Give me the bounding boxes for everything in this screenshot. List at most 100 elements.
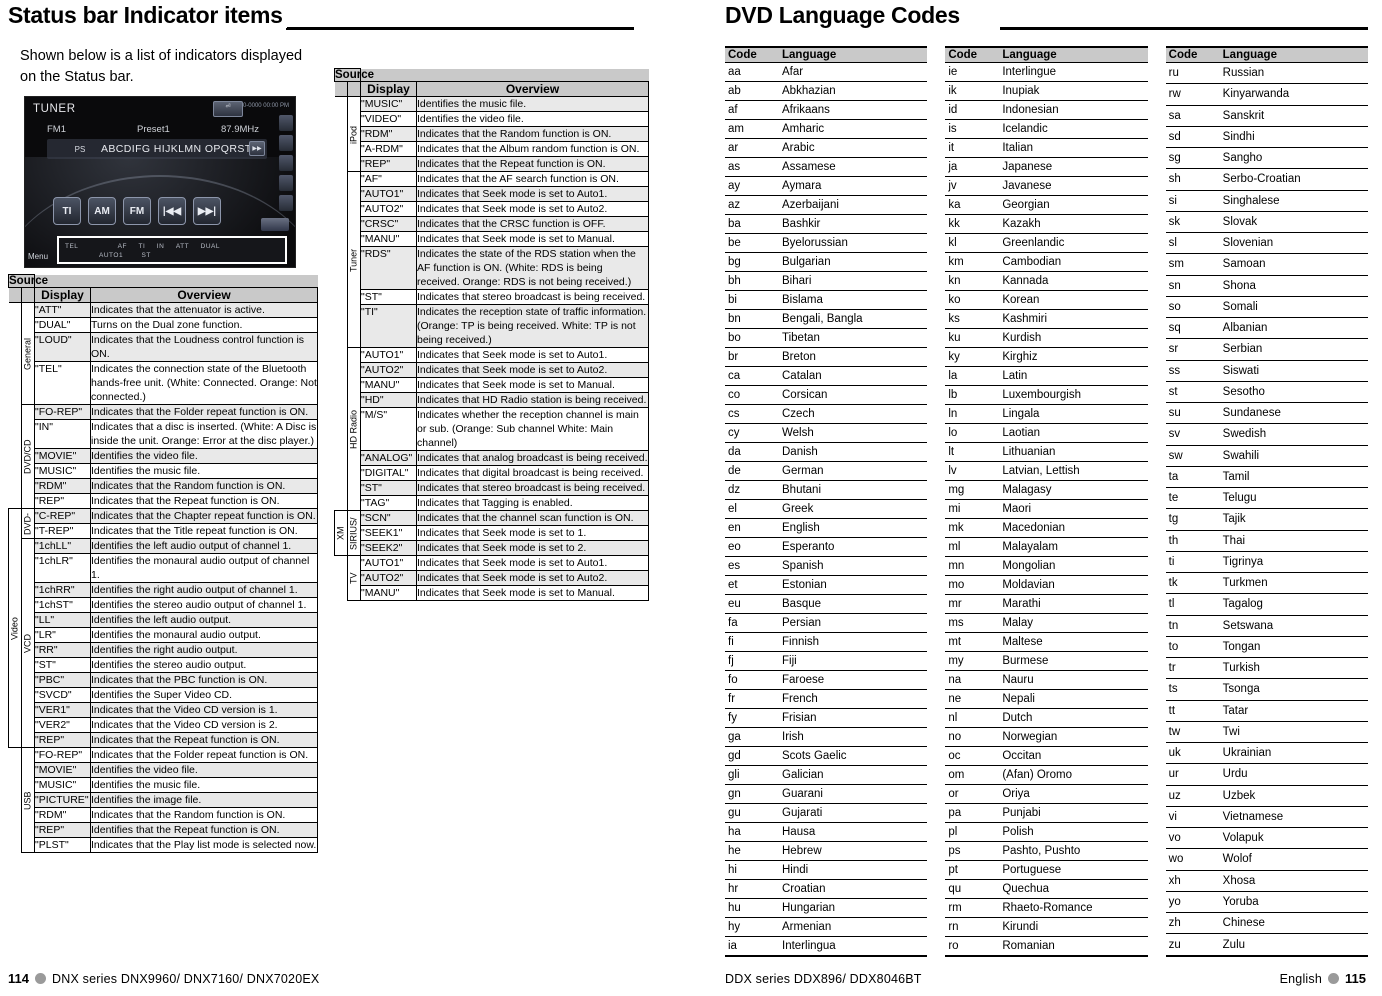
language-name: Latvian, Lettish <box>999 461 1148 481</box>
language-code: jv <box>945 176 1000 196</box>
indicator-display-value: "SVCD" <box>34 687 91 703</box>
language-row: bo Tibetan <box>725 328 928 348</box>
indicator-overview-text: Indicates that Seek mode is set to Auto2… <box>416 570 649 586</box>
language-row: ro Romanian <box>945 936 1148 957</box>
indicator-row: "RDM" Indicates that the Random function … <box>335 126 649 142</box>
language-row: sr Serbian <box>1165 338 1368 361</box>
indicator-row: TV "AUTO1" Indicates that Seek mode is set… <box>334 555 649 601</box>
language-name: Czech <box>779 404 928 424</box>
table-header-source-row: Source <box>8 274 318 288</box>
language-code: cs <box>725 404 779 424</box>
indicator-row: "PBC" Indicates that the PBC function is … <box>9 672 318 688</box>
language-code: kl <box>945 233 1000 253</box>
language-code: sm <box>1165 253 1220 276</box>
indicator-overview-text: Indicates that HD Radio station is being… <box>416 392 649 408</box>
language-code: hu <box>725 898 779 918</box>
language-code: bh <box>725 271 779 291</box>
language-name: Norwegian <box>999 727 1148 747</box>
language-name: Mongolian <box>999 556 1148 576</box>
language-code: hi <box>725 860 779 880</box>
table-header-source-row: Source <box>334 68 649 82</box>
indicator-overview-text: Indicates that the Repeat function is ON… <box>90 732 318 748</box>
left-column-b: Source Display Overview iPod "MUSIC" Identifi… <box>334 34 649 601</box>
language-row: eo Esperanto <box>725 537 928 557</box>
language-name: Marathi <box>999 594 1148 614</box>
language-row: hu Hungarian <box>725 898 928 918</box>
language-code: km <box>945 252 1000 272</box>
indicator-overview-text: Identifies the video file. <box>90 448 318 464</box>
language-name: Volapuk <box>1219 827 1368 850</box>
indicator-display-value: "ST" <box>360 480 417 496</box>
page-title: Status bar Indicator items <box>8 2 287 28</box>
indicator-row: "AUTO2" Indicates that Seek mode is set t… <box>335 570 649 586</box>
indicator-overview-text: Identifies the music file. <box>416 96 649 112</box>
language-name: German <box>779 461 928 481</box>
language-code: lv <box>945 461 1000 481</box>
language-name: Swahili <box>1219 445 1368 467</box>
language-code: kn <box>945 271 1000 291</box>
indicator-overview-text: Indicates that the AF search function is… <box>416 171 649 187</box>
language-name: Danish <box>779 442 928 462</box>
language-code: ie <box>945 62 1000 82</box>
language-name: Aymara <box>779 176 928 196</box>
language-name: Kirundi <box>999 917 1148 937</box>
language-row: it Italian <box>945 138 1148 158</box>
language-name: Welsh <box>779 423 928 443</box>
language-row: sh Serbo-Croatian <box>1165 168 1368 191</box>
language-code: gd <box>725 746 779 766</box>
indicator-display-value: "ATT" <box>34 302 91 318</box>
source-header-filler <box>34 274 318 288</box>
left-columns: Shown below is a list of indicators disp… <box>8 34 681 853</box>
language-code: te <box>1165 487 1220 510</box>
device-band: FM1 <box>47 124 66 135</box>
indicator-display-value: "LR" <box>34 627 91 643</box>
indicator-overview-text: Indicates that the Repeat function is ON… <box>90 493 318 509</box>
language-name: Thai <box>1219 530 1368 552</box>
outer-category-spacer <box>334 347 348 511</box>
column-header-overview: Overview <box>90 287 318 303</box>
language-row: mt Maltese <box>945 632 1148 652</box>
language-name: Albanian <box>1219 317 1368 340</box>
status-bar-row-1: TEL AF TI IN ATT DUAL <box>65 243 220 250</box>
language-code: th <box>1165 530 1220 552</box>
indicator-overview-text: Identifies the image file. <box>90 792 318 808</box>
indicator-overview-text: Indicates that Seek mode is set to 1. <box>416 525 649 541</box>
language-row: tn Setswana <box>1165 615 1368 637</box>
indicator-row: "VER2" Indicates that the Video CD versio… <box>9 717 318 733</box>
language-table-3: Code Language ru Russian rw Kinyarwanda sa Sans… <box>1165 46 1368 958</box>
indicator-display-value: "DUAL" <box>34 317 91 333</box>
language-row: da Danish <box>725 442 928 462</box>
column-header-language: Language <box>779 46 928 63</box>
indicator-overview-text: Indicates that the Random function is ON… <box>90 478 318 494</box>
indicator-row: "SVCD" Identifies the Super Video CD. <box>9 687 318 703</box>
language-name: Rhaeto-Romance <box>999 898 1148 918</box>
indicator-overview-text: Turns on the Dual zone function. <box>90 317 318 333</box>
language-row: tl Tagalog <box>1165 593 1368 616</box>
language-row: ss Siswati <box>1165 360 1368 382</box>
indicator-row: "RR" Identifies the right audio output. <box>9 642 318 658</box>
language-code: he <box>725 841 779 861</box>
indicator-display-value: "AUTO2" <box>360 201 417 217</box>
language-row: aa Afar <box>725 62 928 82</box>
category-label-ipod: iPod <box>347 96 361 172</box>
category-header-spacer-inner <box>21 287 35 303</box>
language-row: qu Quechua <box>945 879 1148 899</box>
language-code: fj <box>725 651 779 671</box>
language-row: nl Dutch <box>945 708 1148 728</box>
language-row: ay Aymara <box>725 176 928 196</box>
language-row: so Somali <box>1165 296 1368 319</box>
language-row: jv Javanese <box>945 176 1148 196</box>
language-name: Afar <box>779 62 928 82</box>
indicator-overview-text: Identifies the right audio output of cha… <box>90 582 318 598</box>
indicator-row: DVD/CD "FO-REP" Indicates that the Folder … <box>8 404 318 509</box>
language-code: ps <box>945 841 1000 861</box>
indicator-display-value: "AUTO1" <box>360 347 417 363</box>
indicator-row: "T-REP" Indicates that the Title repeat f… <box>9 523 318 539</box>
indicator-display-value: "PICTURE" <box>34 792 91 808</box>
language-code: br <box>725 347 779 367</box>
indicator-row: "PLST" Indicates that the Play list mode … <box>9 837 318 853</box>
column-header-language: Language <box>999 46 1148 63</box>
device-next-icon: ▶▶ <box>249 141 265 156</box>
language-code: ha <box>725 822 779 842</box>
language-row: ia Interlingua <box>725 936 928 957</box>
